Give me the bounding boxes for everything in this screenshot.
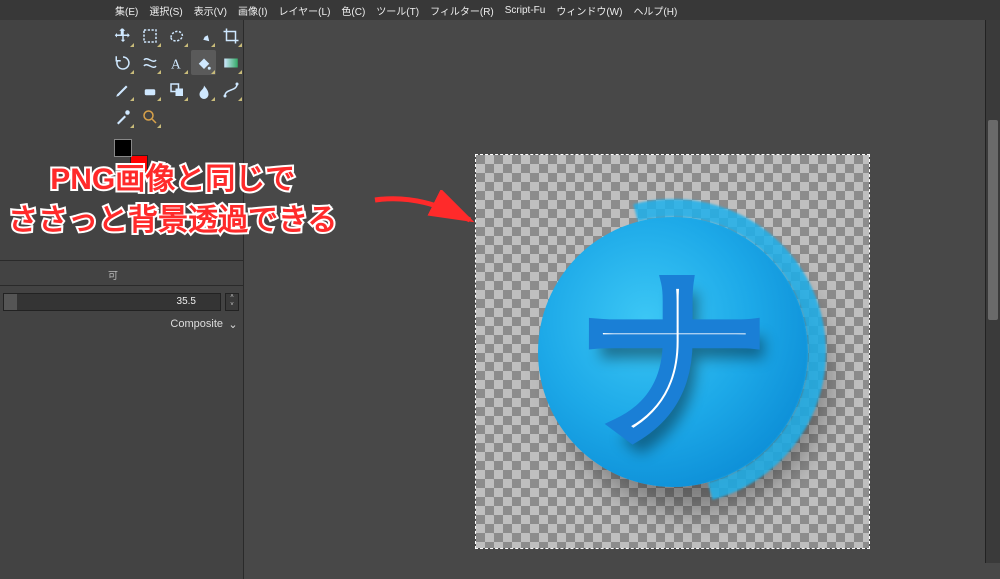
size-row: 35.5 ˄ ˅ <box>3 293 239 311</box>
menu-edit[interactable]: 集(E) <box>115 3 138 18</box>
panel-separator <box>0 260 243 261</box>
tool-rect-select[interactable] <box>137 23 162 48</box>
logo-glyph: ナ <box>577 209 767 484</box>
spin-up-icon[interactable]: ˄ <box>226 294 238 302</box>
tool-smudge[interactable] <box>191 77 216 102</box>
tool-zoom[interactable] <box>137 104 162 129</box>
size-spinner[interactable]: ˄ ˅ <box>225 293 239 311</box>
tool-rotate[interactable] <box>110 50 135 75</box>
menu-image[interactable]: 画像(I) <box>238 3 267 18</box>
menu-help[interactable]: ヘルプ(H) <box>633 3 677 18</box>
tool-path[interactable] <box>218 77 243 102</box>
tool-free-select[interactable] <box>164 23 189 48</box>
left-panel: A 可 35.5 ˄ ˅ Composite ⌄ <box>0 20 244 579</box>
chevron-down-icon: ⌄ <box>227 318 239 330</box>
logo-circle: ナ <box>538 217 808 487</box>
tool-warp[interactable] <box>137 50 162 75</box>
tool-crop[interactable] <box>218 23 243 48</box>
panel-small-label: 可 <box>108 267 118 282</box>
tool-move[interactable] <box>110 23 135 48</box>
menu-filter[interactable]: フィルター(R) <box>430 3 494 18</box>
menu-scriptfu[interactable]: Script-Fu <box>505 5 546 16</box>
menu-window[interactable]: ウィンドウ(W) <box>556 3 622 18</box>
tool-text[interactable]: A <box>164 50 189 75</box>
vertical-scrollbar[interactable] <box>985 20 1000 563</box>
menu-view[interactable]: 表示(V) <box>194 3 227 18</box>
color-swatches[interactable] <box>114 139 148 173</box>
mode-label: Composite <box>170 318 223 330</box>
tool-clone[interactable] <box>164 77 189 102</box>
size-value: 35.5 <box>177 296 196 307</box>
spin-down-icon[interactable]: ˅ <box>226 302 238 310</box>
svg-text:A: A <box>171 56 181 71</box>
image-canvas[interactable]: ナ <box>476 155 869 548</box>
mode-row[interactable]: Composite ⌄ <box>3 318 239 330</box>
size-slider[interactable]: 35.5 <box>3 293 221 311</box>
tool-pencil[interactable] <box>110 77 135 102</box>
scrollbar-thumb[interactable] <box>988 120 998 320</box>
tool-eraser[interactable] <box>137 77 162 102</box>
fg-color-swatch[interactable] <box>114 139 132 157</box>
menubar: 集(E) 選択(S) 表示(V) 画像(I) レイヤー(L) 色(C) ツール(… <box>0 0 1000 20</box>
menu-select[interactable]: 選択(S) <box>149 3 182 18</box>
menu-layer[interactable]: レイヤー(L) <box>278 3 330 18</box>
tool-gradient[interactable] <box>218 50 243 75</box>
panel-separator-2 <box>0 285 243 286</box>
tool-bucket-fill[interactable] <box>191 50 216 75</box>
tool-fuzzy-select[interactable] <box>191 23 216 48</box>
menu-tools[interactable]: ツール(T) <box>376 3 419 18</box>
bg-color-swatch[interactable] <box>130 155 148 173</box>
canvas-area: ナ <box>244 20 1000 579</box>
tool-color-picker[interactable] <box>110 104 135 129</box>
menu-color[interactable]: 色(C) <box>341 3 365 18</box>
toolbox: A <box>0 20 243 129</box>
